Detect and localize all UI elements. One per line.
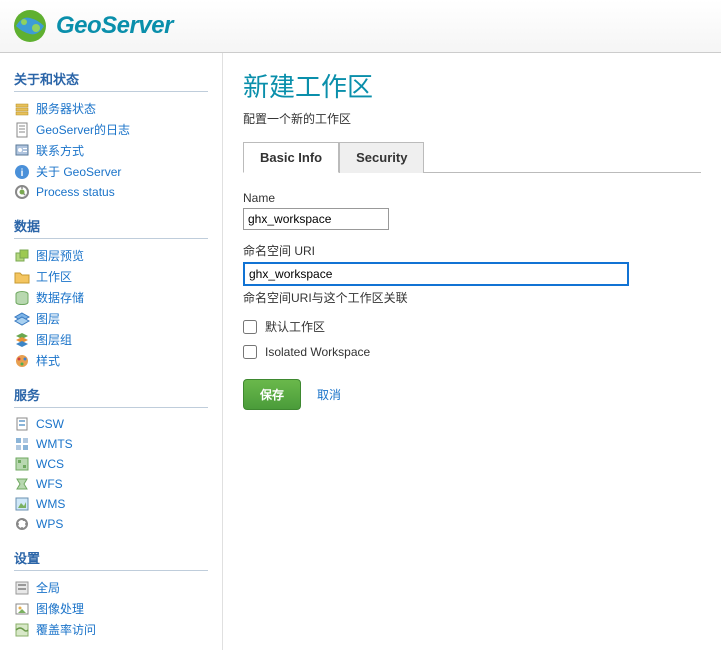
wcs-icon (14, 456, 30, 472)
tabs: Basic Info Security (243, 141, 701, 173)
sidebar-item[interactable]: 工作区 (14, 266, 208, 287)
sidebar-item[interactable]: i 关于 GeoServer (14, 161, 208, 182)
sidebar-section-title: 服务 (14, 385, 208, 408)
sidebar-item[interactable]: 图像处理 (14, 598, 208, 619)
isolated-workspace-label[interactable]: Isolated Workspace (265, 345, 370, 359)
sidebar-item[interactable]: 全局 (14, 577, 208, 598)
sidebar-item-label: WMS (36, 497, 65, 511)
sidebar-item-label: WCS (36, 457, 64, 471)
sidebar-section-title: 数据 (14, 216, 208, 239)
sidebar-item-label: CSW (36, 417, 64, 431)
tab-basic-info[interactable]: Basic Info (243, 142, 339, 173)
sidebar-section-title: 关于和状态 (14, 69, 208, 92)
sidebar-item[interactable]: 样式 (14, 350, 208, 371)
image-icon (14, 601, 30, 617)
sidebar-item-label: 覆盖率访问 (36, 621, 96, 638)
sidebar-item[interactable]: Process status (14, 182, 208, 202)
about-icon: i (14, 164, 30, 180)
sidebar-item[interactable]: WMS (14, 494, 208, 514)
sidebar-item[interactable]: 图层组 (14, 329, 208, 350)
log-icon (14, 122, 30, 138)
sidebar-item[interactable]: WPS (14, 514, 208, 534)
coverage-icon (14, 622, 30, 638)
save-button[interactable]: 保存 (243, 379, 301, 410)
wms-icon (14, 496, 30, 512)
sidebar-item-label: 图层预览 (36, 247, 84, 264)
header: GeoServer (0, 0, 721, 53)
page-title: 新建工作区 (243, 67, 701, 104)
tab-security[interactable]: Security (339, 142, 424, 173)
isolated-workspace-checkbox[interactable] (243, 345, 257, 359)
uri-label: 命名空间 URI (243, 242, 701, 259)
sidebar-item[interactable]: WMTS (14, 434, 208, 454)
sidebar-item[interactable]: GeoServer的日志 (14, 119, 208, 140)
sidebar-item-label: Process status (36, 185, 115, 199)
sidebar-item[interactable]: 图层预览 (14, 245, 208, 266)
sidebar-item[interactable]: 图层 (14, 308, 208, 329)
global-icon (14, 580, 30, 596)
layergroup-icon (14, 332, 30, 348)
layer-preview-icon (14, 248, 30, 264)
process-icon (14, 184, 30, 200)
sidebar-item[interactable]: WFS (14, 474, 208, 494)
style-icon (14, 353, 30, 369)
wfs-icon (14, 476, 30, 492)
sidebar-item[interactable]: 数据存储 (14, 287, 208, 308)
sidebar-item-label: WFS (36, 477, 63, 491)
sidebar-item-label: 样式 (36, 352, 60, 369)
sidebar-item[interactable]: 联系方式 (14, 140, 208, 161)
name-input[interactable] (243, 208, 389, 230)
sidebar-item-label: WPS (36, 517, 63, 531)
main-content: 新建工作区 配置一个新的工作区 Basic Info Security Name… (222, 53, 721, 650)
sidebar-item-label: 全局 (36, 579, 60, 596)
sidebar-item-label: 图像处理 (36, 600, 84, 617)
sidebar-item-label: 联系方式 (36, 142, 84, 159)
sidebar-item-label: 服务器状态 (36, 100, 96, 117)
sidebar: 关于和状态服务器状态 GeoServer的日志联系方式 i 关于 GeoServer P… (0, 53, 222, 650)
sidebar-item-label: GeoServer的日志 (36, 121, 130, 138)
logo-text: GeoServer (56, 12, 173, 40)
sidebar-item-label: 图层 (36, 310, 60, 327)
name-label: Name (243, 191, 701, 205)
uri-input[interactable] (243, 262, 629, 286)
layers-icon (14, 311, 30, 327)
server-status-icon (14, 101, 30, 117)
default-workspace-checkbox[interactable] (243, 320, 257, 334)
sidebar-item-label: 工作区 (36, 268, 72, 285)
logo-icon (12, 8, 48, 44)
sidebar-item[interactable]: 服务器状态 (14, 98, 208, 119)
wmts-icon (14, 436, 30, 452)
datastore-icon (14, 290, 30, 306)
sidebar-item-label: 图层组 (36, 331, 72, 348)
sidebar-item[interactable]: CSW (14, 414, 208, 434)
default-workspace-label[interactable]: 默认工作区 (265, 318, 325, 335)
sidebar-item-label: WMTS (36, 437, 73, 451)
sidebar-section-title: 设置 (14, 548, 208, 571)
sidebar-item[interactable]: WCS (14, 454, 208, 474)
svg-text:i: i (21, 168, 24, 179)
page-subtitle: 配置一个新的工作区 (243, 110, 701, 127)
contact-icon (14, 143, 30, 159)
csw-icon (14, 416, 30, 432)
workspace-icon (14, 269, 30, 285)
uri-help-text: 命名空间URI与这个工作区关联 (243, 289, 701, 306)
sidebar-item[interactable]: 覆盖率访问 (14, 619, 208, 640)
sidebar-item-label: 关于 GeoServer (36, 163, 121, 180)
sidebar-item-label: 数据存储 (36, 289, 84, 306)
wps-icon (14, 516, 30, 532)
cancel-button[interactable]: 取消 (317, 386, 341, 403)
